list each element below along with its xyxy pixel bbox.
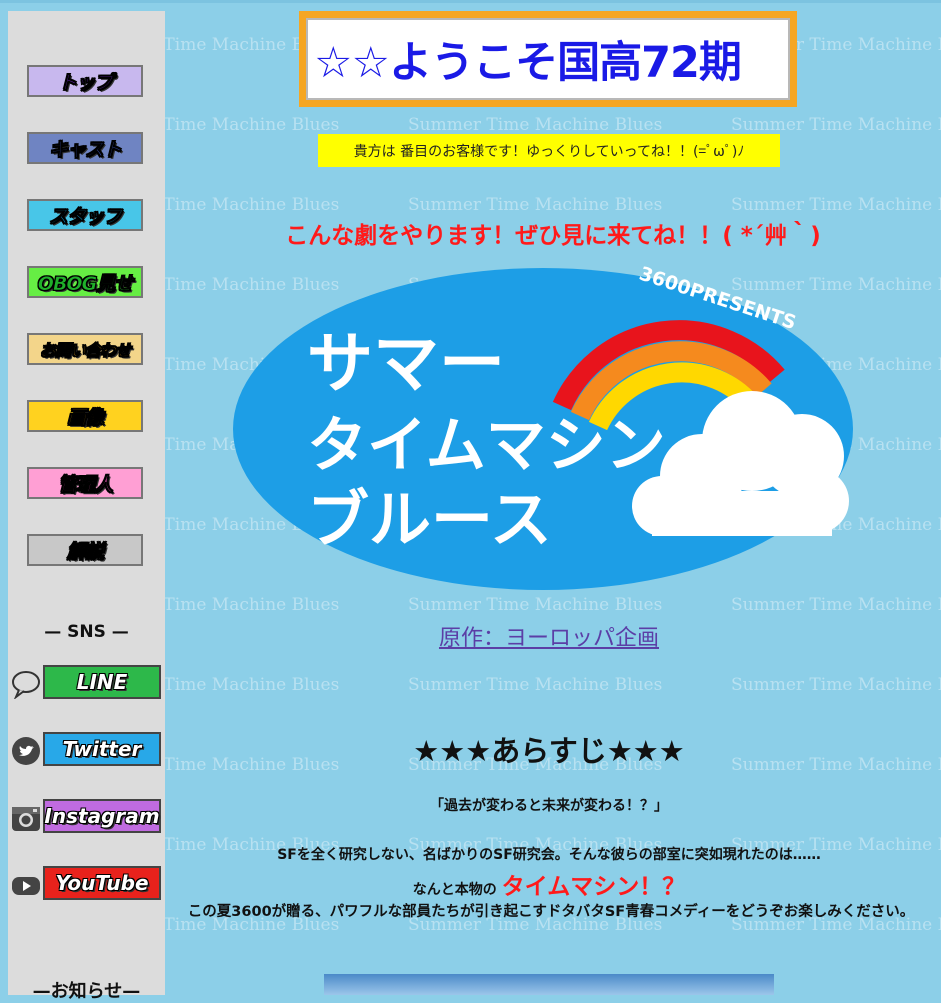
synopsis-para-2-prefix: なんと本物の: [412, 882, 497, 898]
nav-contact-button[interactable]: お問い合わせ: [27, 333, 143, 365]
twitter-bird-icon: [12, 737, 40, 765]
nav-top-label: トップ: [57, 71, 114, 94]
nav-staff-label: スタッフ: [48, 205, 123, 228]
source-link[interactable]: 原作：ヨーロッパ企画: [165, 620, 933, 652]
nav-cast-button[interactable]: キャスト: [27, 132, 143, 164]
synopsis-para-3: この夏3600が贈る、パワフルな部員たちが引き起こすドタバタSF青春コメディーを…: [187, 904, 915, 920]
nav-cast-label: キャスト: [48, 138, 123, 161]
nav-contact-label: お問い合わせ: [39, 341, 132, 361]
speech-bubble-icon: [12, 671, 40, 699]
tagline: こんな劇をやります！ぜひ見に来てね！！( *´艸｀): [285, 223, 821, 249]
synopsis-para-1: SFを全く研究しない、名ばかりのSF研究会。そんな彼らの部室に突如現れたのは……: [277, 847, 821, 863]
line-button[interactable]: LINE: [43, 665, 161, 699]
nav-images-button[interactable]: 画像: [27, 400, 143, 432]
line-label: LINE: [76, 670, 128, 694]
sns-twitter-link[interactable]: Twitter: [11, 732, 163, 768]
instagram-button[interactable]: Instagram: [43, 799, 161, 833]
nav-top-button[interactable]: トップ: [27, 65, 143, 97]
sidebar: トップ キャスト スタッフ OBOG見せ お問い合わせ 画像 管理人 解説 — …: [8, 11, 165, 1002]
nav-images-label: 画像: [66, 406, 105, 429]
nav-admin-label: 管理人: [57, 473, 114, 496]
nav-commentary-button[interactable]: 解説: [27, 534, 143, 566]
title-marquee: ☆☆ようこそ国高72期: [306, 18, 790, 100]
sns-line-link[interactable]: LINE: [11, 665, 163, 701]
logo-line2: タイムマシン・: [307, 411, 726, 481]
nav-staff-button[interactable]: スタッフ: [27, 199, 143, 231]
sns-instagram-link[interactable]: Instagram: [11, 799, 163, 835]
time-machine-highlight: タイムマシン！？: [501, 874, 686, 900]
sky-photo: [324, 974, 774, 995]
synopsis-quote: 「過去が変わると未来が変わる！？」: [430, 798, 668, 814]
nav-admin-button[interactable]: 管理人: [27, 467, 143, 499]
nav-obog-button[interactable]: OBOG見せ: [27, 266, 143, 298]
twitter-button[interactable]: Twitter: [43, 732, 161, 766]
news-heading: —お知らせ—: [32, 981, 141, 1002]
youtube-button[interactable]: YouTube: [43, 866, 161, 900]
main-content: ☆☆ようこそ国高72期 貴方は 番目のお客様です！ゆっくりしていってね！！(=ﾟ…: [165, 0, 941, 995]
instagram-label: Instagram: [44, 804, 160, 828]
sns-youtube-link[interactable]: YouTube: [11, 866, 163, 902]
play-logo-image: サマー タイムマシン・ ブルース 3600PRESENTS: [233, 266, 853, 590]
logo-line1: サマー: [307, 325, 505, 402]
synopsis-para-2: なんと本物の タイムマシン！？: [165, 867, 933, 901]
left-border: [0, 0, 8, 995]
page-title: ☆☆ようこそ国高72期: [314, 38, 742, 88]
synopsis-heading: ★★★あらすじ★★★: [413, 734, 685, 768]
play-icon: [12, 877, 40, 895]
title-banner: ☆☆ようこそ国高72期: [299, 11, 797, 107]
youtube-label: YouTube: [55, 871, 149, 895]
sns-heading: — SNS —: [44, 622, 129, 642]
nav-commentary-label: 解説: [66, 540, 105, 563]
camera-icon: [12, 807, 40, 831]
nav-obog-label: OBOG見せ: [37, 272, 133, 295]
top-border: [0, 0, 941, 3]
visitor-counter: 貴方は 番目のお客様です！ゆっくりしていってね！！(=ﾟωﾟ)ﾉ: [318, 134, 780, 167]
logo-line3: ブルース: [307, 483, 552, 556]
twitter-label: Twitter: [62, 737, 142, 761]
